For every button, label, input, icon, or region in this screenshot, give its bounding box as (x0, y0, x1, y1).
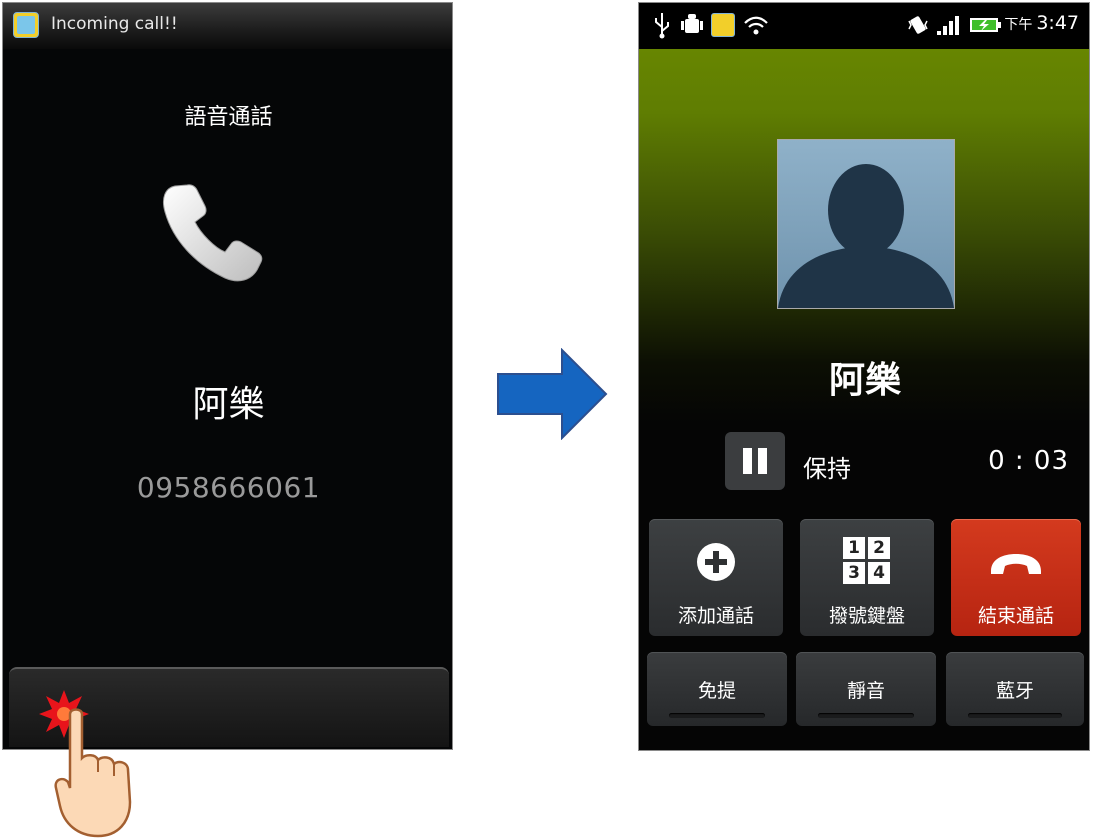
signal-icon (937, 16, 959, 35)
app-icon (13, 12, 39, 38)
dialpad-key: 3 (843, 562, 865, 584)
caller-name: 阿樂 (828, 360, 901, 401)
status-time-value: 3:47 (1036, 12, 1079, 34)
add-call-icon (697, 543, 735, 581)
wifi-icon (744, 16, 768, 35)
dialpad-button[interactable]: 1 2 3 4 撥號鍵盤 (800, 519, 934, 636)
mute-button[interactable]: 靜音 (796, 652, 936, 726)
hold-button[interactable] (725, 432, 785, 490)
toggle-indicator (818, 713, 914, 718)
app-icon (711, 13, 735, 37)
contact-photo (777, 139, 955, 309)
end-call-icon (991, 554, 1041, 574)
call-type-label: 語音通話 (184, 105, 273, 130)
handset-icon (162, 184, 263, 282)
dialpad-label: 撥號鍵盤 (828, 605, 905, 627)
finger-hand-icon (54, 708, 132, 838)
status-time-period: 下午 (1004, 17, 1033, 33)
active-call-screen: 下午 3:47 阿樂 保持 0 : 03 添加通話 1 2 3 4 撥號鍵盤 結… (638, 2, 1090, 751)
speakerphone-button[interactable]: 免提 (647, 652, 787, 726)
caller-number: 0958666061 (136, 471, 321, 504)
incoming-call-screen: Incoming call!! 語音通話 阿樂 0958666061 (2, 2, 453, 750)
end-call-button[interactable]: 結束通話 (951, 519, 1081, 636)
bluetooth-button[interactable]: 藍牙 (946, 652, 1084, 726)
bluetooth-label: 藍牙 (995, 680, 1034, 702)
dialpad-icon: 1 2 3 4 (843, 537, 891, 585)
vibrate-icon (908, 16, 928, 34)
add-call-button[interactable]: 添加通話 (649, 519, 783, 636)
contact-silhouette-icon (778, 164, 954, 308)
call-timer: 0 : 03 (988, 446, 1069, 476)
status-bar: Incoming call!! (3, 3, 452, 49)
status-time: 下午 3:47 (1004, 12, 1079, 34)
dialpad-key: 4 (868, 562, 890, 584)
usb-icon (655, 13, 669, 39)
speakerphone-label: 免提 (697, 680, 736, 702)
dialpad-key: 2 (868, 537, 890, 559)
status-bar: 下午 3:47 (639, 3, 1089, 49)
add-call-label: 添加通話 (677, 605, 754, 627)
end-call-label: 結束通話 (977, 605, 1054, 627)
toggle-indicator (669, 713, 765, 718)
battery-charging-icon (970, 18, 1001, 32)
hold-label: 保持 (803, 455, 851, 483)
mute-label: 靜音 (846, 680, 885, 702)
dialpad-key: 1 (843, 537, 865, 559)
pause-icon (743, 448, 752, 474)
right-arrow-icon (497, 348, 608, 440)
toggle-indicator (968, 713, 1062, 718)
status-title: Incoming call!! (51, 14, 178, 34)
android-debug-icon (681, 14, 703, 33)
caller-name: 阿樂 (192, 384, 265, 425)
